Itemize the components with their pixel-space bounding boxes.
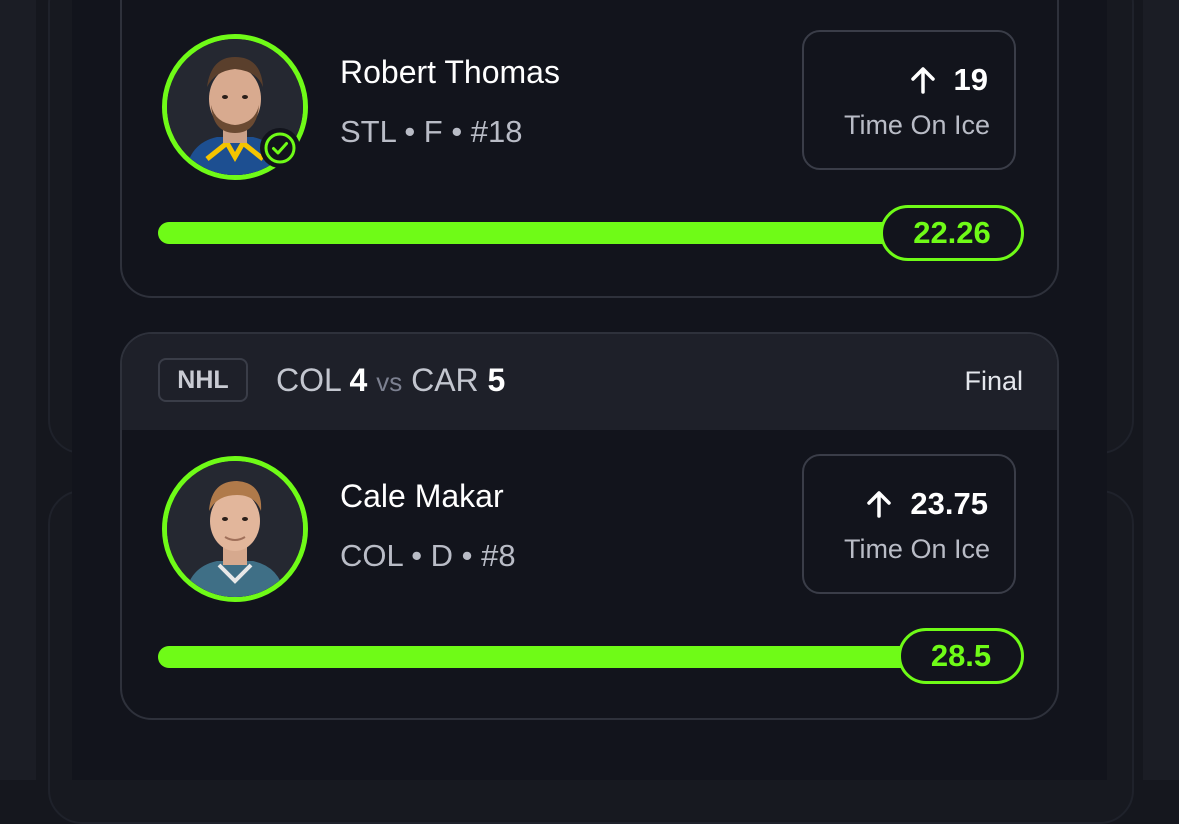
player-headshot (167, 461, 303, 597)
left-edge (0, 0, 36, 780)
verified-check-icon (260, 128, 300, 168)
player-name: Cale Makar (340, 478, 504, 514)
progress-bar-fill (158, 646, 938, 668)
stat-label: Time On Ice (843, 534, 990, 564)
home-score: 5 (487, 362, 506, 398)
home-team: CAR (411, 362, 479, 398)
stat-line-box[interactable]: 19 Time On Ice (802, 30, 1016, 170)
stat-line-value: 19 (908, 62, 988, 98)
stat-value-text: 19 (953, 62, 988, 97)
player-pick-card[interactable]: NHL COL 4 vs CAR 5 Final Cale Makar COL … (120, 332, 1059, 720)
vs-label: vs (376, 367, 403, 397)
progress-value-pill: 22.26 (880, 205, 1024, 261)
progress-value-pill: 28.5 (898, 628, 1024, 684)
stat-value-text: 23.75 (910, 486, 988, 521)
right-edge (1143, 0, 1179, 780)
stat-line-value: 23.75 (864, 486, 988, 522)
game-status: Final (964, 366, 1023, 396)
player-avatar (162, 456, 308, 602)
stat-line-box[interactable]: 23.75 Time On Ice (802, 454, 1016, 594)
game-score: COL 4 vs CAR 5 (276, 362, 505, 399)
game-header: NHL COL 4 vs CAR 5 Final (122, 334, 1057, 430)
progress-bar (158, 222, 918, 244)
player-pick-card[interactable]: Robert Thomas STL • F • #18 19 Time On I… (120, 0, 1059, 298)
progress-bar-fill (158, 222, 918, 244)
player-meta: COL • D • #8 (340, 538, 516, 573)
player-name: Robert Thomas (340, 54, 560, 90)
league-badge: NHL (158, 358, 248, 402)
away-score: 4 (349, 362, 368, 398)
arrow-up-icon (910, 67, 935, 94)
progress-bar (158, 646, 938, 668)
player-meta: STL • F • #18 (340, 114, 523, 149)
arrow-up-icon (867, 491, 892, 518)
away-team: COL (276, 362, 341, 398)
stat-label: Time On Ice (843, 110, 990, 140)
